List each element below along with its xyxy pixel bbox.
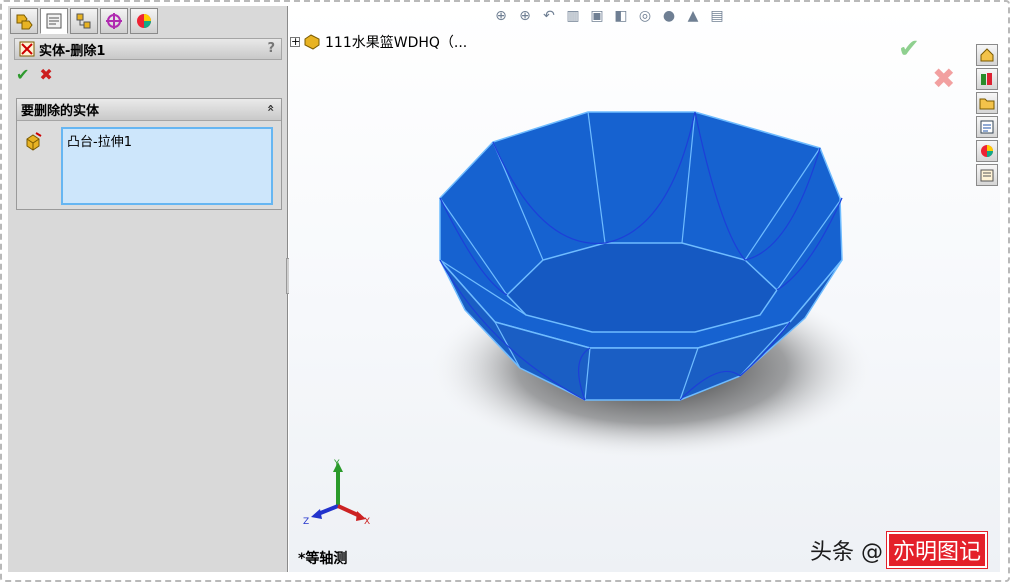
display-style-icon[interactable]: ◧ bbox=[612, 8, 630, 24]
reference-triad: Y Z X bbox=[303, 459, 370, 527]
section-view-icon[interactable]: ▥ bbox=[564, 8, 582, 24]
bodies-to-delete-group: 要删除的实体 « 凸台-拉伸1 bbox=[16, 98, 282, 210]
task-pane-home[interactable] bbox=[976, 44, 998, 66]
previous-view-icon[interactable]: ↶ bbox=[540, 8, 558, 24]
part-icon bbox=[304, 34, 320, 50]
watermark-text: 头条 @ bbox=[810, 540, 883, 565]
hide-show-icon[interactable]: ◎ bbox=[636, 8, 654, 24]
tree-part-label[interactable]: 111水果篮WDHQ（... bbox=[325, 32, 467, 52]
solid-body-icon bbox=[26, 132, 42, 151]
task-pane-tabs bbox=[976, 44, 1000, 188]
confirm-ok-icon[interactable]: ✔ bbox=[898, 34, 920, 64]
watermark-stamp: 亦明图记 bbox=[885, 531, 989, 569]
display-manager-tab[interactable] bbox=[130, 8, 158, 34]
triad-z-label: Z bbox=[303, 517, 309, 527]
task-pane-file-explorer[interactable] bbox=[976, 92, 998, 114]
list-item[interactable]: 凸台-拉伸1 bbox=[67, 131, 267, 150]
appearances-icon bbox=[981, 145, 993, 157]
group-title: 要删除的实体 bbox=[21, 104, 100, 119]
delete-body-icon bbox=[19, 41, 35, 57]
fruit-basket-model[interactable] bbox=[420, 100, 870, 460]
featuremanager-icon bbox=[16, 14, 33, 30]
custom-properties-icon bbox=[980, 169, 994, 182]
dimxpert-tab[interactable] bbox=[100, 8, 128, 34]
edit-appearance-icon[interactable]: ● bbox=[660, 8, 678, 24]
property-manager-panel: 实体-删除1 ? ✔ ✖ 要删除的实体 « 凸台-拉伸1 bbox=[8, 6, 288, 572]
task-pane-appearances[interactable] bbox=[976, 140, 998, 162]
task-pane-design-library[interactable] bbox=[976, 68, 998, 90]
propertymanager-icon bbox=[46, 13, 62, 29]
view-settings-icon[interactable]: ▤ bbox=[708, 8, 726, 24]
dimxpert-icon bbox=[106, 13, 122, 29]
confirm-cancel-icon[interactable]: ✖ bbox=[932, 62, 955, 95]
tree-expand-icon[interactable]: + bbox=[290, 36, 300, 47]
view-orientation-label: *等轴测 bbox=[298, 551, 348, 567]
view-orientation-icon[interactable]: ▣ bbox=[588, 8, 606, 24]
watermark: 头条 @ 亦明图记 bbox=[810, 531, 989, 569]
configurationmanager-icon bbox=[76, 13, 91, 29]
collapse-icon[interactable]: « bbox=[264, 104, 278, 112]
triad-y-label: Y bbox=[333, 459, 340, 469]
file-explorer-icon bbox=[979, 98, 995, 110]
triad-x-label: X bbox=[364, 517, 370, 527]
apply-scene-icon[interactable]: ▲ bbox=[684, 8, 702, 24]
task-pane-custom-properties[interactable] bbox=[976, 164, 998, 186]
zoom-to-fit-icon[interactable]: ⊕ bbox=[492, 8, 510, 24]
featuremanager-flyout-tree: + 111水果篮WDHQ（... bbox=[290, 32, 467, 52]
configurationmanager-tab[interactable] bbox=[70, 8, 98, 34]
task-pane-view-palette[interactable] bbox=[976, 116, 998, 138]
featuremanager-tab[interactable] bbox=[10, 8, 38, 34]
cancel-button[interactable]: ✖ bbox=[39, 66, 52, 84]
feature-title: 实体-删除1 bbox=[39, 43, 106, 59]
heads-up-toolbar: ⊕ ⊕ ↶ ▥ ▣ ◧ ◎ ● ▲ ▤ bbox=[492, 8, 726, 24]
zoom-area-icon[interactable]: ⊕ bbox=[516, 8, 534, 24]
view-palette-icon bbox=[980, 120, 994, 134]
manager-tabs bbox=[10, 8, 158, 36]
group-header[interactable]: 要删除的实体 « bbox=[17, 99, 281, 121]
property-manager-title: 实体-删除1 ? bbox=[14, 38, 282, 60]
display-manager-icon bbox=[137, 14, 151, 28]
propertymanager-tab[interactable] bbox=[40, 8, 68, 34]
help-icon[interactable]: ? bbox=[267, 41, 275, 56]
bodies-selection-list[interactable]: 凸台-拉伸1 bbox=[61, 127, 273, 205]
design-library-icon bbox=[981, 73, 992, 85]
ok-button[interactable]: ✔ bbox=[16, 66, 29, 84]
home-icon bbox=[980, 48, 994, 62]
ok-cancel-row: ✔ ✖ bbox=[16, 66, 53, 84]
